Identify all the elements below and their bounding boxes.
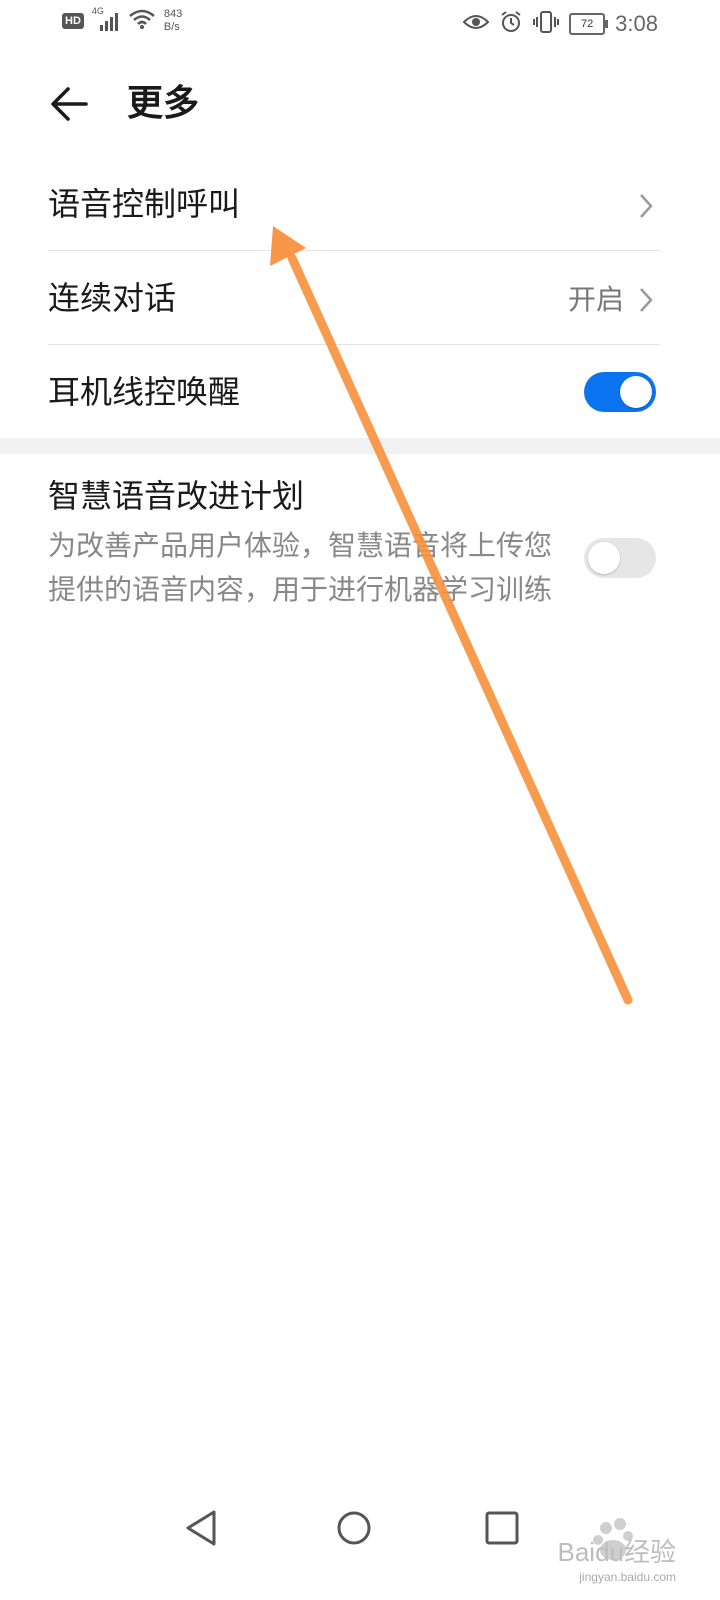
annotation-arrow xyxy=(270,226,633,1005)
divider xyxy=(48,344,660,345)
divider xyxy=(48,250,660,251)
settings-item-improvement-plan: 智慧语音改进计划 xyxy=(48,476,660,520)
back-button[interactable] xyxy=(46,80,94,128)
toggle-knob xyxy=(620,376,652,408)
eye-icon xyxy=(462,13,490,35)
toggle-knob xyxy=(588,542,620,574)
status-left: HD 4G 843 B/s xyxy=(62,6,182,34)
settings-item-headset-wakeup: 耳机线控唤醒 xyxy=(48,372,660,416)
watermark-url: jingyan.baidu.com xyxy=(579,1570,676,1584)
app-header: 更多 xyxy=(0,70,720,140)
back-arrow-icon xyxy=(51,87,88,121)
wifi-icon xyxy=(128,8,156,34)
section-divider xyxy=(0,438,720,454)
settings-item-voice-call[interactable]: 语音控制呼叫 xyxy=(48,184,660,228)
status-bar: HD 4G 843 B/s 72 3:08 xyxy=(0,0,720,48)
watermark-brand: Baidu经验 xyxy=(557,1537,677,1567)
vibrate-icon xyxy=(533,10,560,38)
home-nav-icon[interactable] xyxy=(334,1508,374,1548)
headset-wakeup-label: 耳机线控唤醒 xyxy=(48,373,241,411)
page-title: 更多 xyxy=(127,83,200,124)
hd-badge: HD xyxy=(62,13,84,29)
status-right: 72 3:08 xyxy=(462,10,658,38)
recents-nav-icon[interactable] xyxy=(482,1508,522,1548)
improvement-plan-label: 智慧语音改进计划 xyxy=(48,477,305,515)
continuous-dialog-label: 连续对话 xyxy=(48,279,177,317)
net-speed-unit: B/s xyxy=(163,21,180,33)
signal-icon: 4G xyxy=(92,6,120,32)
settings-item-continuous-dialog[interactable]: 连续对话 开启 xyxy=(48,278,660,322)
headset-wakeup-toggle[interactable] xyxy=(584,372,656,412)
chevron-right-icon xyxy=(640,194,653,218)
battery-icon: 72 xyxy=(569,13,609,35)
status-time: 3:08 xyxy=(615,11,658,36)
continuous-dialog-value: 开启 xyxy=(567,283,624,316)
voice-call-label: 语音控制呼叫 xyxy=(48,185,241,223)
back-nav-icon[interactable] xyxy=(182,1508,222,1548)
alarm-icon xyxy=(499,10,523,38)
improvement-plan-toggle[interactable] xyxy=(584,538,656,578)
chevron-right-icon xyxy=(640,288,653,312)
net-speed-value: 843 xyxy=(163,8,183,20)
improvement-plan-description: 为改善产品用户体验，智慧语音将上传您提供的语音内容，用于进行机器学习训练 xyxy=(48,529,553,606)
net-speed: 843 B/s xyxy=(164,8,182,34)
